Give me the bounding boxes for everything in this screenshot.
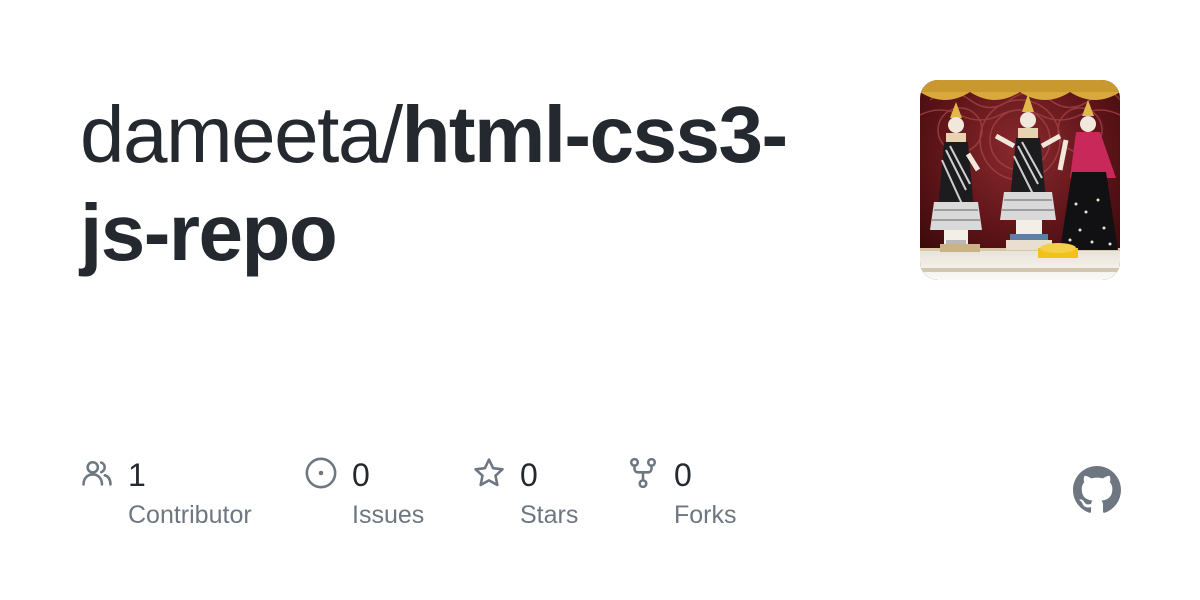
issues-label: Issues [352, 501, 425, 529]
contributors-count: 1 [128, 457, 146, 493]
avatar-image [920, 80, 1120, 280]
forks-count: 0 [674, 457, 692, 493]
forks-label: Forks [674, 501, 737, 529]
contributors-label: Contributor [128, 501, 252, 529]
repo-forked-icon [626, 456, 660, 490]
people-icon [80, 456, 114, 490]
stars-label: Stars [520, 501, 579, 529]
repo-title: dameeta/html-css3-js-repo [80, 86, 840, 282]
github-mark-icon[interactable] [1073, 466, 1121, 514]
issues-count: 0 [352, 457, 370, 493]
repo-owner[interactable]: dameeta/ [80, 90, 403, 179]
owner-avatar[interactable] [920, 80, 1120, 280]
issue-opened-icon [304, 456, 338, 490]
stars-count: 0 [520, 457, 538, 493]
github-logo [1073, 466, 1121, 513]
star-icon [472, 456, 506, 490]
